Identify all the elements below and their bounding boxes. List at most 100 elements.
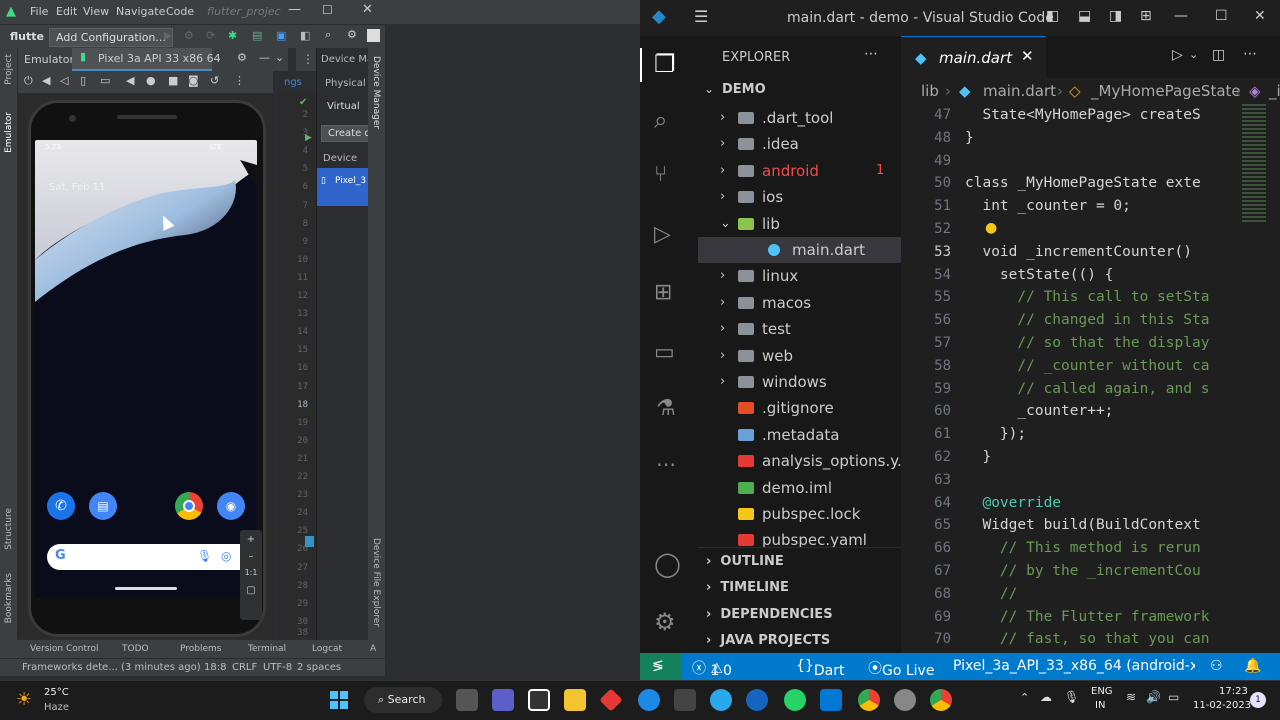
tree-item[interactable]: › android 1 <box>698 158 901 184</box>
tree-item[interactable]: › ios <box>698 184 901 210</box>
minimize-icon[interactable]: — <box>1174 8 1188 24</box>
tab-terminal[interactable]: Terminal <box>248 644 286 654</box>
settings-icon[interactable]: ⚙ <box>347 28 357 41</box>
chevron-right-icon[interactable]: › <box>720 131 725 157</box>
manage-gear-icon[interactable]: ⚙ <box>654 608 676 636</box>
more-icon[interactable]: ⋯ <box>1243 46 1257 62</box>
cursor-position[interactable]: 18:8 <box>204 662 226 673</box>
volume-up-icon[interactable]: ◀ <box>42 74 50 87</box>
google-search-bar[interactable]: G 🎙 ◎ <box>47 544 257 570</box>
volume-down-icon[interactable]: ◁ <box>60 74 68 87</box>
weather-text[interactable]: Haze <box>44 702 69 713</box>
line-ending[interactable]: CRLF <box>232 662 257 673</box>
code-line[interactable]: setState(() { <box>965 267 1237 283</box>
breadcrumb-method[interactable]: _i <box>1269 82 1280 100</box>
layout-icon[interactable]: ⊞ <box>1140 8 1152 24</box>
settings-tab[interactable]: ngs <box>278 74 316 93</box>
app2-icon[interactable] <box>746 689 768 711</box>
code-line[interactable]: // This call to setSta <box>965 289 1237 305</box>
code-line[interactable]: @override <box>965 495 1237 511</box>
remote-explorer-icon[interactable]: ▭ <box>654 340 675 365</box>
chevron-right-icon[interactable]: › <box>720 105 725 131</box>
debug-icon[interactable]: ⚙ <box>184 29 194 42</box>
device-row[interactable]: ▯ Pixel_3 <box>317 168 369 206</box>
tree-item[interactable]: › test <box>698 316 901 342</box>
tree-item[interactable]: demo.iml <box>698 475 901 501</box>
phone-app-icon[interactable]: ✆ <box>47 492 75 520</box>
phone-screen[interactable]: 5:23 LTE Sat, Feb 11 ✆ ▤ ◉ G 🎙 ◎ <box>35 140 257 598</box>
home-icon[interactable]: ● <box>146 74 156 87</box>
chevron-up-icon[interactable]: ⌃ <box>1020 691 1029 704</box>
code-line[interactable]: // called again, and s <box>965 381 1237 397</box>
tab-app-inspection[interactable]: A <box>370 644 376 654</box>
fit-icon[interactable]: ▢ <box>240 585 262 596</box>
clock-time[interactable]: 17:23 <box>1219 686 1248 697</box>
chevron-right-icon[interactable]: › <box>720 316 725 342</box>
chevron-down-icon[interactable]: ⌄ <box>720 211 731 237</box>
indent[interactable]: 2 spaces <box>297 662 341 673</box>
avatar[interactable] <box>367 29 380 42</box>
feedback-icon[interactable]: ⚇ <box>1210 658 1223 674</box>
code-line[interactable]: // The Flutter framework <box>965 609 1237 625</box>
tree-item[interactable]: main.dart <box>698 237 901 263</box>
file-explorer-icon[interactable] <box>564 689 586 711</box>
code-line[interactable]: // This method is rerun <box>965 540 1237 556</box>
home-gesture-bar[interactable] <box>115 587 177 590</box>
menu-hamburger-icon[interactable]: ☰ <box>694 7 708 26</box>
remote-icon[interactable]: ≶ <box>640 653 682 680</box>
java-projects-section[interactable]: › JAVA PROJECTS <box>706 633 830 648</box>
tree-item[interactable]: › macos <box>698 290 901 316</box>
source-control-icon[interactable]: ⑂ <box>654 162 667 187</box>
zoom-in-button[interactable]: + <box>240 534 262 545</box>
tree-item[interactable]: analysis_options.y... <box>698 448 901 474</box>
project-name[interactable]: flutte <box>10 30 44 43</box>
code-line[interactable]: _counter++; <box>965 403 1237 419</box>
language-en[interactable]: ENG <box>1091 686 1113 697</box>
timeline-section[interactable]: › TIMELINE <box>706 580 789 595</box>
store-icon[interactable] <box>528 689 550 711</box>
power-icon[interactable]: ⏻ <box>24 74 33 88</box>
more-actions-icon[interactable]: ⋯ <box>864 46 878 62</box>
maximize-icon[interactable]: ☐ <box>322 3 333 17</box>
zoom-out-button[interactable]: – <box>240 551 262 562</box>
tab-bookmarks[interactable]: Bookmarks <box>4 573 14 623</box>
tree-item[interactable]: pubspec.lock <box>698 501 901 527</box>
telegram-icon[interactable] <box>710 689 732 711</box>
tree-item[interactable]: .gitignore <box>698 395 901 421</box>
close-icon[interactable]: ✕ <box>1254 8 1266 24</box>
help-icon[interactable] <box>638 689 660 711</box>
lens-icon[interactable]: ◎ <box>221 549 231 563</box>
add-configuration-button[interactable]: Add Configuration... <box>49 28 173 47</box>
notification-badge[interactable]: 1 <box>1250 692 1266 708</box>
tree-item[interactable]: .metadata <box>698 422 901 448</box>
avd-icon[interactable]: ▤ <box>252 29 262 42</box>
code-line[interactable]: // <box>965 586 1237 602</box>
run-gutter-icon[interactable]: ▶ <box>305 133 312 143</box>
code-line[interactable]: int _counter = 0; <box>965 198 1237 214</box>
code-line[interactable]: State<MyHomePage> createS <box>965 107 1237 123</box>
status-message[interactable]: Frameworks dete... (3 minutes ago) <box>22 662 201 673</box>
temperature[interactable]: 25°C <box>44 687 69 698</box>
tab-structure[interactable]: Structure <box>4 508 14 550</box>
search-icon[interactable]: ⌕ <box>325 28 331 42</box>
breadcrumb-file[interactable]: main.dart <box>983 82 1056 100</box>
device-icon[interactable]: ▣ <box>276 29 286 42</box>
close-icon[interactable]: ✕ <box>362 2 373 17</box>
taskbar-search[interactable]: ⌕ Search <box>364 687 442 713</box>
gear-icon[interactable]: ⚙ <box>237 51 247 64</box>
language-status[interactable]: {} Dart <box>796 658 844 679</box>
tab-device-file-explorer[interactable]: Device File Explorer <box>371 538 381 627</box>
rotate-left-icon[interactable]: ▯ <box>80 74 86 87</box>
tab-logcat[interactable]: Logcat <box>312 644 342 654</box>
tab-todo[interactable]: TODO <box>122 644 149 654</box>
mic-icon[interactable]: 🎙 <box>1064 690 1079 704</box>
chevron-down-icon[interactable]: ⌄ <box>275 51 284 64</box>
chevron-right-icon[interactable]: › <box>720 343 725 369</box>
overview-icon[interactable]: ■ <box>168 74 178 87</box>
weather-icon[interactable]: ☀ <box>16 689 32 710</box>
tab-device-manager[interactable]: Device Manager <box>371 56 381 129</box>
project-root[interactable]: DEMO <box>722 82 766 97</box>
toggle-secondary-icon[interactable]: ◨ <box>1109 8 1122 24</box>
clock-date[interactable]: 11-02-2023 <box>1193 700 1251 711</box>
wifi-icon[interactable]: ≋ <box>1126 690 1136 704</box>
